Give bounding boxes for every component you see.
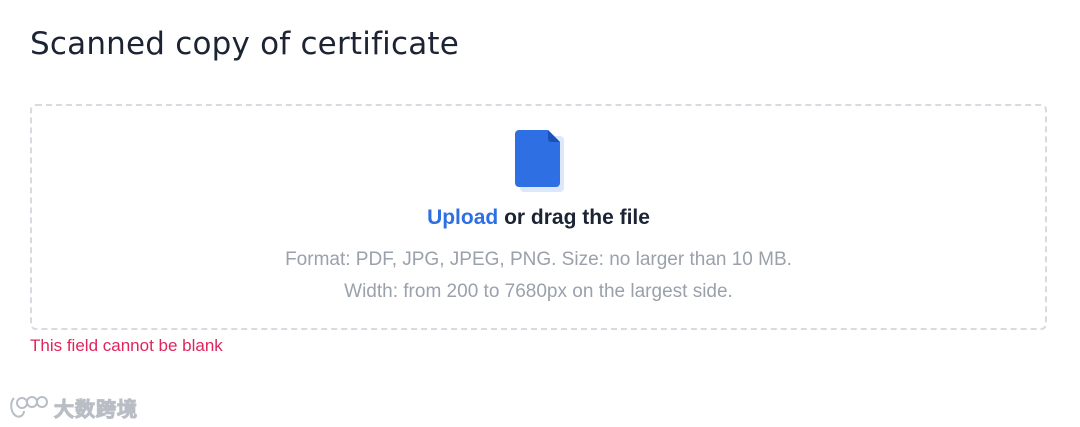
section-title: Scanned copy of certificate	[30, 26, 460, 62]
field-error-message: This field cannot be blank	[30, 336, 223, 355]
format-hint: Format: PDF, JPG, JPEG, PNG. Size: no la…	[285, 249, 792, 270]
watermark-text: 大数跨境	[54, 398, 138, 421]
file-dropzone[interactable]: Upload or drag the file Format: PDF, JPG…	[30, 104, 1047, 330]
watermark-logo-icon	[10, 396, 48, 418]
file-icon	[515, 130, 564, 192]
upload-form-section: Scanned copy of certificate Upload or dr…	[0, 0, 1080, 427]
watermark: 大数跨境	[8, 392, 138, 422]
upload-prompt: Upload or drag the file	[32, 206, 1045, 230]
drag-file-text: or drag the file	[498, 206, 650, 229]
upload-link[interactable]: Upload	[427, 206, 498, 229]
size-hint: Width: from 200 to 7680px on the largest…	[344, 281, 733, 302]
